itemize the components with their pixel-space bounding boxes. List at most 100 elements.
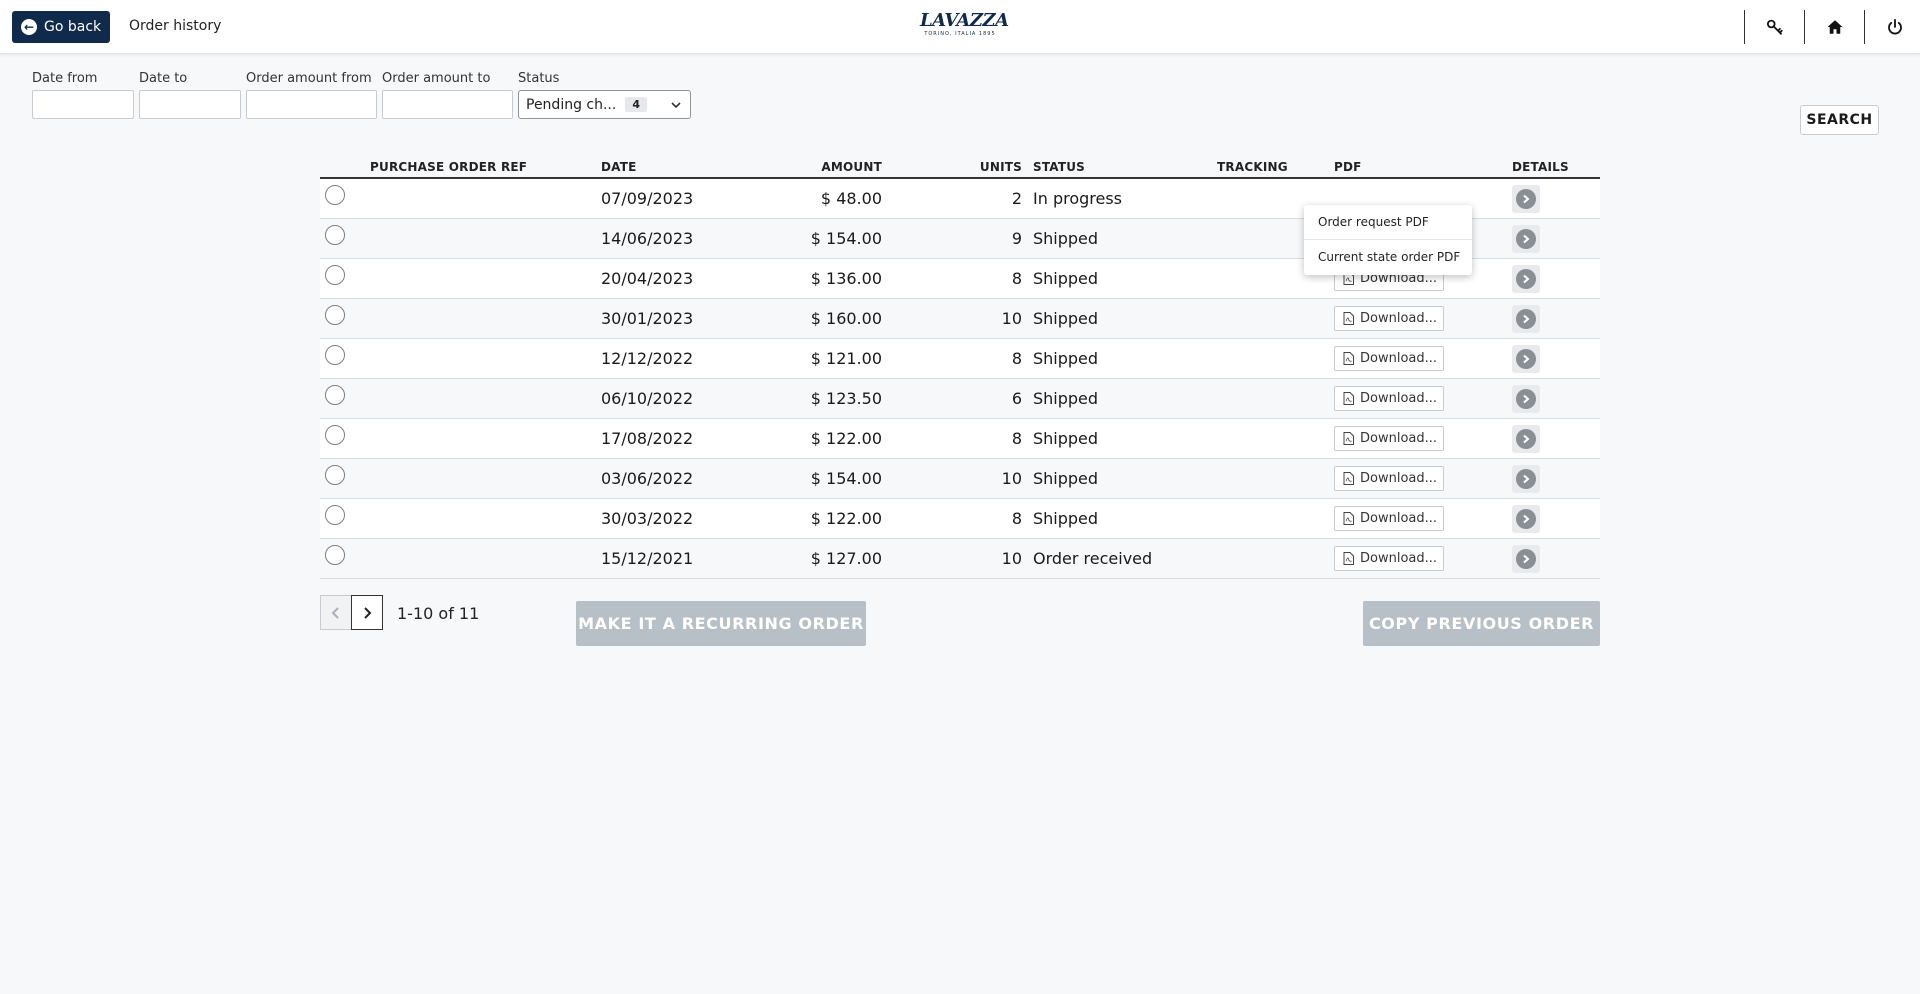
details-button[interactable] xyxy=(1512,225,1540,253)
row-date: 20/04/2023 xyxy=(601,269,694,288)
row-status: Shipped xyxy=(1033,389,1099,408)
logout-button[interactable] xyxy=(1864,10,1920,44)
row-select-radio[interactable] xyxy=(325,545,345,565)
arrow-left-icon: ← xyxy=(21,19,37,35)
col-amount: AMOUNT xyxy=(821,160,882,174)
row-date: 12/12/2022 xyxy=(601,349,694,368)
row-units: 10 xyxy=(1001,469,1022,488)
key-icon xyxy=(1766,19,1783,35)
row-date: 06/10/2022 xyxy=(601,389,694,408)
lavazza-logo: LAVAZZA TORINO, ITALIA 1895 xyxy=(920,10,1009,43)
row-status: Shipped xyxy=(1033,429,1099,448)
row-status: Shipped xyxy=(1033,509,1099,528)
date-from-input[interactable] xyxy=(32,90,134,119)
home-icon xyxy=(1827,20,1842,34)
download-pdf-button[interactable]: Download... xyxy=(1334,346,1444,371)
row-amount: $ 154.00 xyxy=(810,229,882,248)
row-date: 07/09/2023 xyxy=(601,189,694,208)
status-selected-value: Pending ch... xyxy=(526,96,617,113)
amount-to-input[interactable] xyxy=(382,90,513,119)
row-units: 6 xyxy=(1011,389,1022,408)
row-date: 17/08/2022 xyxy=(601,429,694,448)
make-recurring-order-button[interactable]: MAKE IT A RECURRING ORDER xyxy=(576,601,866,646)
amount-from-input[interactable] xyxy=(246,90,377,119)
amount-from-label: Order amount from xyxy=(246,71,372,86)
chevron-left-icon xyxy=(331,606,339,619)
pdf-file-icon xyxy=(1343,312,1354,325)
details-button[interactable] xyxy=(1512,465,1540,493)
top-bar: ← Go back Order history LAVAZZA TORINO, … xyxy=(0,0,1920,54)
download-pdf-button[interactable]: Download... xyxy=(1334,466,1444,491)
chevron-right-icon xyxy=(1516,189,1536,209)
breadcrumb: Order history xyxy=(129,18,222,34)
copy-previous-order-button[interactable]: COPY PREVIOUS ORDER xyxy=(1363,601,1600,646)
details-button[interactable] xyxy=(1512,545,1540,573)
row-status: Shipped xyxy=(1033,309,1099,328)
chevron-down-icon xyxy=(671,102,681,109)
row-status: Shipped xyxy=(1033,349,1099,368)
details-button[interactable] xyxy=(1512,505,1540,533)
row-status: Shipped xyxy=(1033,229,1099,248)
menu-item-order-request-pdf[interactable]: Order request PDF xyxy=(1304,205,1472,239)
row-select-radio[interactable] xyxy=(325,265,345,285)
row-status: In progress xyxy=(1033,189,1123,208)
pagination-range: 1-10 of 11 xyxy=(397,604,480,623)
row-date: 14/06/2023 xyxy=(601,229,694,248)
prev-page-button[interactable] xyxy=(320,595,352,630)
download-pdf-button[interactable]: Download... xyxy=(1334,546,1444,571)
row-select-radio[interactable] xyxy=(325,465,345,485)
date-from-label: Date from xyxy=(32,71,98,86)
col-tracking: TRACKING xyxy=(1217,160,1288,174)
row-select-radio[interactable] xyxy=(325,505,345,525)
details-button[interactable] xyxy=(1512,345,1540,373)
chevron-right-icon xyxy=(1516,509,1536,529)
details-button[interactable] xyxy=(1512,185,1540,213)
table-row: 03/06/2022 $ 154.00 10 Shipped Download.… xyxy=(320,459,1600,499)
key-button[interactable] xyxy=(1744,10,1804,44)
row-select-radio[interactable] xyxy=(325,425,345,445)
col-units: UNITS xyxy=(979,160,1022,174)
row-amount: $ 127.00 xyxy=(810,549,882,568)
row-select-radio[interactable] xyxy=(325,185,345,205)
go-back-label: Go back xyxy=(44,19,102,35)
chevron-right-icon xyxy=(364,606,372,619)
row-date: 15/12/2021 xyxy=(601,549,694,568)
row-select-radio[interactable] xyxy=(325,225,345,245)
table-header: PURCHASE ORDER REF DATE AMOUNT UNITS STA… xyxy=(320,155,1600,179)
download-label: Download... xyxy=(1360,391,1438,406)
status-count-badge: 4 xyxy=(625,97,647,112)
details-button[interactable] xyxy=(1512,265,1540,293)
col-date: DATE xyxy=(601,160,637,174)
row-amount: $ 160.00 xyxy=(810,309,882,328)
download-pdf-button[interactable]: Download... xyxy=(1334,306,1444,331)
table-row: 15/12/2021 $ 127.00 10 Order received Do… xyxy=(320,539,1600,579)
row-units: 8 xyxy=(1011,509,1022,528)
table-row: 30/03/2022 $ 122.00 8 Shipped Download..… xyxy=(320,499,1600,539)
col-status: STATUS xyxy=(1033,160,1086,174)
row-select-radio[interactable] xyxy=(325,305,345,325)
row-select-radio[interactable] xyxy=(325,345,345,365)
next-page-button[interactable] xyxy=(351,595,383,630)
pdf-file-icon xyxy=(1343,432,1354,445)
amount-to-label: Order amount to xyxy=(382,71,491,86)
row-select-radio[interactable] xyxy=(325,385,345,405)
details-button[interactable] xyxy=(1512,425,1540,453)
details-button[interactable] xyxy=(1512,385,1540,413)
row-amount: $ 122.00 xyxy=(810,429,882,448)
row-amount: $ 48.00 xyxy=(820,189,882,208)
logo-text: LAVAZZA xyxy=(920,10,1009,31)
menu-item-current-state-pdf[interactable]: Current state order PDF xyxy=(1304,239,1472,273)
download-pdf-button[interactable]: Download... xyxy=(1334,426,1444,451)
go-back-button[interactable]: ← Go back xyxy=(12,11,110,43)
pdf-dropdown-menu: Order request PDF Current state order PD… xyxy=(1304,205,1472,275)
home-button[interactable] xyxy=(1804,10,1864,44)
download-pdf-button[interactable]: Download... xyxy=(1334,506,1444,531)
download-label: Download... xyxy=(1360,311,1438,326)
download-pdf-button[interactable]: Download... xyxy=(1334,386,1444,411)
row-date: 30/01/2023 xyxy=(601,309,694,328)
search-button[interactable]: SEARCH xyxy=(1800,105,1879,135)
details-button[interactable] xyxy=(1512,305,1540,333)
date-to-input[interactable] xyxy=(139,90,241,119)
row-status: Order received xyxy=(1033,549,1153,568)
status-select[interactable]: Pending ch... 4 xyxy=(518,90,691,119)
